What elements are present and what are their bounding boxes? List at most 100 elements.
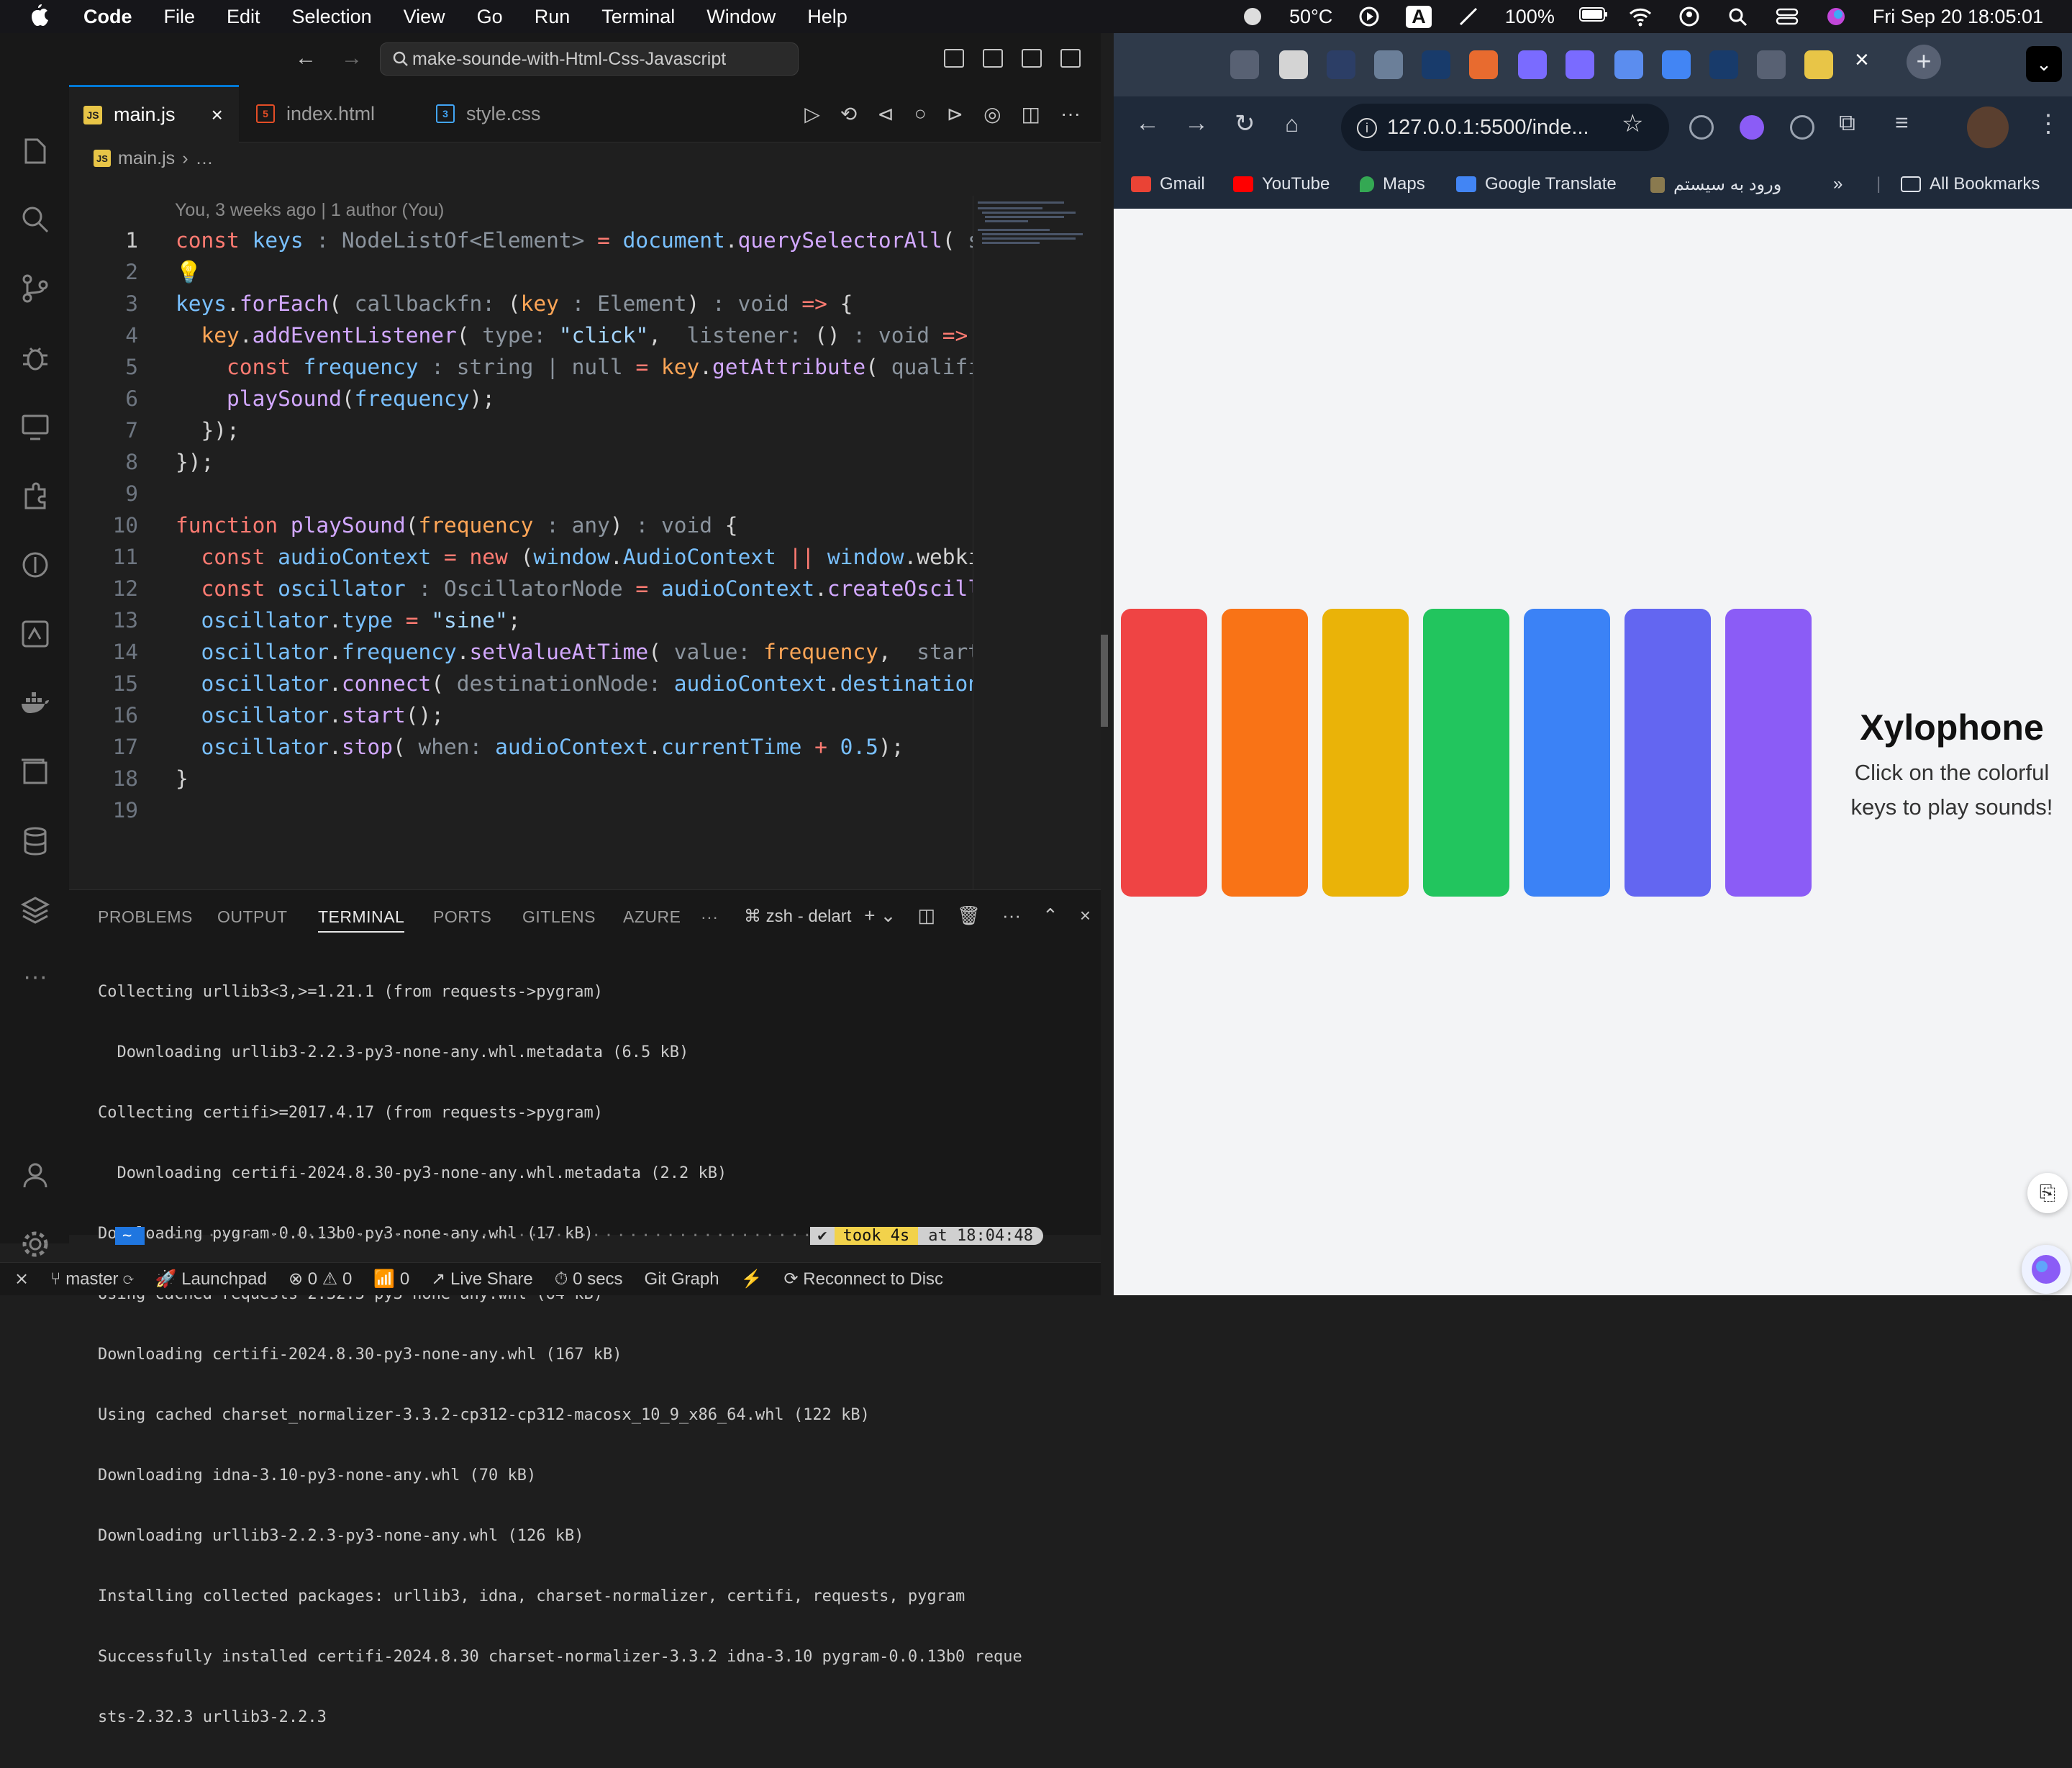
ports-status[interactable]: 📶 0 xyxy=(373,1269,409,1289)
tab-favicon[interactable] xyxy=(1230,50,1259,79)
split-terminal-icon[interactable]: ◫ xyxy=(917,905,935,927)
previous-change-icon[interactable]: ⊲ xyxy=(877,102,894,126)
user-account-icon[interactable] xyxy=(1677,6,1701,27)
code-line[interactable]: const oscillator : OscillatorNode = audi… xyxy=(176,576,973,601)
database-icon[interactable] xyxy=(19,825,52,858)
gitlens-icon[interactable]: ◎ xyxy=(983,102,1001,126)
launchpad-status[interactable]: 🚀 Launchpad xyxy=(155,1269,267,1289)
bookmark-youtube[interactable]: YouTube xyxy=(1233,174,1330,194)
more-actions-icon[interactable]: ··· xyxy=(1060,102,1081,126)
xylophone-key[interactable] xyxy=(1121,609,1207,897)
bookmark-star-icon[interactable]: ☆ xyxy=(1622,109,1643,138)
new-terminal-icon[interactable]: + ⌄ xyxy=(864,905,896,927)
minimap[interactable] xyxy=(973,196,1095,922)
code-line[interactable]: const audioContext = new (window.AudioCo… xyxy=(176,545,973,569)
menubar-clock[interactable]: Fri Sep 20 18:05:01 xyxy=(1873,6,2043,28)
back-arrow-icon[interactable]: ← xyxy=(295,46,317,71)
bookmark-login[interactable]: ورود به سیستم xyxy=(1650,174,1781,195)
code-editor[interactable]: 1 const keys : NodeListOf<Element> = docu… xyxy=(69,225,973,922)
chrome-menu-icon[interactable]: ⋮ xyxy=(2036,109,2060,138)
panels-icon[interactable] xyxy=(19,756,52,789)
breadcrumb-symbol[interactable]: … xyxy=(196,148,214,169)
tab-favicon[interactable] xyxy=(1518,50,1547,79)
breadcrumb-file[interactable]: main.js xyxy=(118,148,175,169)
reload-icon[interactable]: ↻ xyxy=(1235,109,1255,138)
profile-avatar[interactable] xyxy=(1967,106,2009,148)
all-bookmarks[interactable]: All Bookmarks xyxy=(1901,174,2040,194)
back-arrow-icon[interactable]: ← xyxy=(1135,109,1160,137)
menu-terminal[interactable]: Terminal xyxy=(601,6,675,28)
lightbulb-icon[interactable]: 💡 xyxy=(176,260,202,285)
explorer-icon[interactable] xyxy=(19,134,52,167)
feather-icon[interactable] xyxy=(1456,6,1481,27)
timeline-icon[interactable]: ⟲ xyxy=(840,102,857,126)
bookmark-maps[interactable]: Maps xyxy=(1360,174,1425,194)
more-bookmarks-icon[interactable]: » xyxy=(1833,174,1842,194)
forward-arrow-icon[interactable]: → xyxy=(341,46,363,71)
bookmark-gmail[interactable]: Gmail xyxy=(1131,174,1205,194)
menu-help[interactable]: Help xyxy=(807,6,848,28)
tab-output[interactable]: OUTPUT xyxy=(217,907,288,927)
more-views-icon[interactable]: ··· xyxy=(19,963,52,996)
tab-gitlens[interactable]: GITLENS xyxy=(522,907,596,927)
tab-azure[interactable]: AZURE xyxy=(623,907,681,927)
editor-scrollbar[interactable] xyxy=(1101,635,1108,727)
translate-float-icon[interactable]: ⎘ xyxy=(2027,1173,2068,1213)
menu-window[interactable]: Window xyxy=(706,6,776,28)
xylophone-key[interactable] xyxy=(1625,609,1711,897)
close-icon[interactable]: × xyxy=(212,104,223,127)
spotlight-search-icon[interactable] xyxy=(1726,6,1750,27)
code-line[interactable]: }); xyxy=(176,450,214,474)
toggle-panel-icon[interactable] xyxy=(983,49,1003,68)
code-line[interactable]: }); xyxy=(176,418,240,443)
tab-favicon[interactable] xyxy=(1757,50,1786,79)
commit-icon[interactable]: ○ xyxy=(914,102,927,126)
new-tab-icon[interactable]: + xyxy=(1907,45,1941,79)
xylophone-key[interactable] xyxy=(1222,609,1308,897)
git-graph-status[interactable]: Git Graph xyxy=(645,1269,719,1289)
menu-view[interactable]: View xyxy=(404,6,445,28)
siri-icon[interactable] xyxy=(1824,6,1848,27)
media-controls-icon[interactable]: ≡ xyxy=(1895,109,1909,136)
remote-explorer-icon[interactable] xyxy=(19,410,52,443)
code-line[interactable]: oscillator.connect( destinationNode: aud… xyxy=(176,671,973,696)
tab-favicon[interactable] xyxy=(1709,50,1738,79)
code-line[interactable]: } xyxy=(176,766,188,791)
forward-arrow-icon[interactable]: → xyxy=(1184,109,1209,137)
temperature-reading[interactable]: 50°C xyxy=(1289,6,1332,28)
maximize-panel-icon[interactable]: ⌃ xyxy=(1042,905,1058,927)
toggle-primary-sidebar-icon[interactable] xyxy=(944,49,964,68)
tab-favicon[interactable] xyxy=(1422,50,1450,79)
search-icon[interactable] xyxy=(19,203,52,236)
code-line[interactable]: oscillator.stop( when: audioContext.curr… xyxy=(176,735,904,759)
next-change-icon[interactable]: ⊳ xyxy=(947,102,963,126)
menu-selection[interactable]: Selection xyxy=(292,6,372,28)
cloud-sync-icon[interactable] xyxy=(1240,6,1265,27)
extension-icon[interactable] xyxy=(1740,115,1764,140)
tab-favicon[interactable] xyxy=(1614,50,1643,79)
code-line[interactable]: key.addEventListener( type: "click", lis… xyxy=(176,323,973,348)
tab-favicon[interactable] xyxy=(1804,50,1833,79)
code-line[interactable]: playSound(frequency); xyxy=(176,386,495,411)
live-share-status[interactable]: ↗ Live Share xyxy=(431,1269,533,1289)
tab-terminal[interactable]: TERMINAL xyxy=(318,907,405,933)
timer-status[interactable]: ⏱ 0 secs xyxy=(555,1269,623,1289)
code-line[interactable]: const frequency : string | null = key.ge… xyxy=(176,355,973,379)
xylophone-key[interactable] xyxy=(1725,609,1812,897)
terminal-shell-selector[interactable]: ⌘ zsh - delart xyxy=(744,906,851,927)
azure-icon[interactable] xyxy=(19,617,52,650)
tab-favicon[interactable] xyxy=(1469,50,1498,79)
git-branch[interactable]: ⑂ master ⟳ xyxy=(50,1269,134,1289)
close-tab-icon[interactable]: × xyxy=(1855,46,1869,74)
tab-favicon[interactable] xyxy=(1566,50,1594,79)
battery-percent[interactable]: 100% xyxy=(1505,6,1555,28)
extensions-icon[interactable] xyxy=(19,479,52,512)
menu-edit[interactable]: Edit xyxy=(227,6,260,28)
remote-indicator-icon[interactable]: ⨯ xyxy=(14,1269,29,1289)
bookmark-google-translate[interactable]: Google Translate xyxy=(1456,174,1617,194)
site-info-icon[interactable]: i xyxy=(1357,118,1377,138)
extensions-puzzle-icon[interactable]: ⧉ xyxy=(1839,109,1855,137)
code-line[interactable]: oscillator.frequency.setValueAtTime( val… xyxy=(176,640,973,664)
tab-index-html[interactable]: 5 index.html xyxy=(242,85,414,142)
code-line[interactable]: oscillator.start(); xyxy=(176,703,444,727)
